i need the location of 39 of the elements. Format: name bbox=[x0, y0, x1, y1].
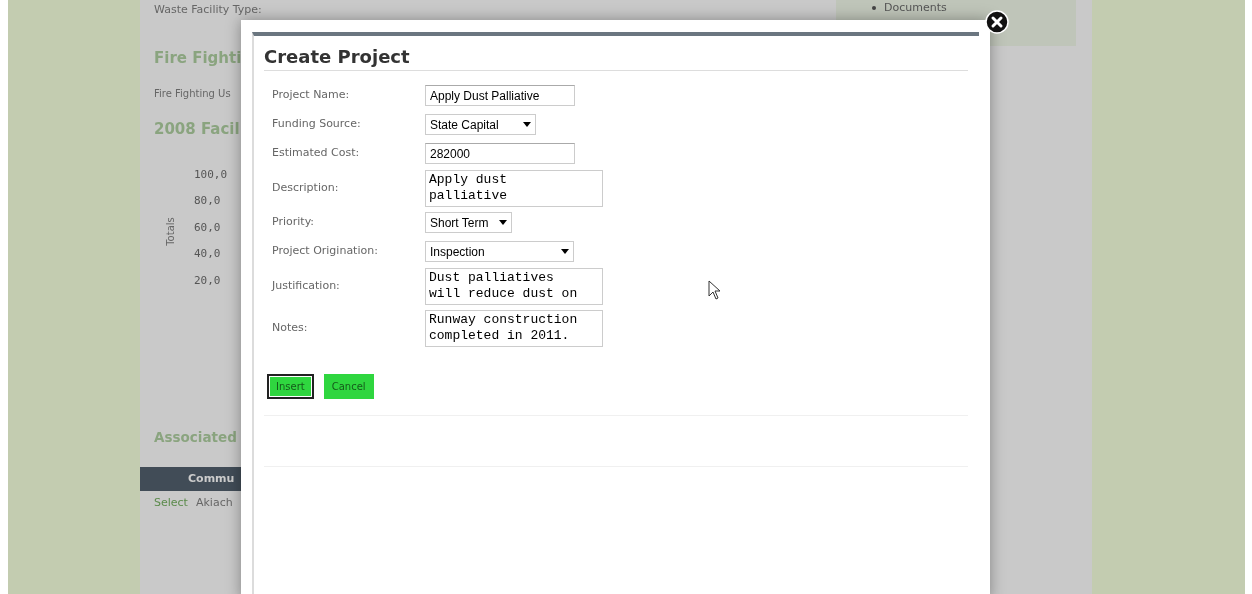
field-label: Fire Fighting Us bbox=[154, 87, 231, 101]
field-label: Estimated Cost: bbox=[272, 145, 361, 162]
dropdown[interactable]: Inspection bbox=[425, 241, 574, 262]
table-cell: Akiach bbox=[195, 495, 233, 512]
mouse-cursor-icon bbox=[708, 280, 722, 300]
table-header: Commu bbox=[140, 467, 241, 492]
field-label: Justification: bbox=[272, 277, 341, 294]
dropdown[interactable]: State Capital bbox=[425, 114, 536, 135]
section-heading: 2008 Facil bbox=[154, 119, 240, 140]
field-label: Notes: bbox=[272, 319, 309, 336]
sidebar-link[interactable]: Documents bbox=[884, 0, 947, 17]
tick-label: 100,0 bbox=[194, 167, 228, 181]
text-area[interactable]: Runway construction completed in 2011. bbox=[425, 309, 603, 347]
insert-button[interactable]: Insert bbox=[267, 374, 314, 399]
axis-title: Totals bbox=[163, 217, 177, 246]
bullet-icon bbox=[872, 6, 876, 11]
text-area[interactable]: Apply dust palliative bbox=[425, 169, 603, 207]
field-label: Description: bbox=[272, 179, 340, 196]
tick-label: 80,0 bbox=[194, 194, 221, 207]
caret-icon bbox=[499, 220, 507, 225]
field-label: Project Origination: bbox=[272, 243, 379, 260]
tick-label: 40,0 bbox=[194, 247, 221, 260]
cancel-button[interactable]: Cancel bbox=[323, 374, 374, 399]
tick-label: 20,0 bbox=[194, 273, 221, 287]
field-label: Project Name: bbox=[272, 87, 351, 104]
caret-icon bbox=[561, 249, 569, 254]
section-heading: Associated bbox=[154, 428, 237, 447]
dropdown[interactable]: Short Term bbox=[425, 212, 512, 233]
caret-icon bbox=[523, 122, 531, 127]
field-label: Waste Facility Type: bbox=[154, 2, 262, 18]
dialog-title: Create Project bbox=[264, 44, 968, 71]
field-label: Funding Source: bbox=[272, 116, 362, 133]
section-heading: Fire Fighti bbox=[154, 47, 242, 69]
field-label: Priority: bbox=[272, 214, 316, 231]
text-area[interactable]: Dust palliatives will reduce dust on bbox=[425, 267, 603, 305]
close-icon[interactable] bbox=[985, 10, 1009, 34]
tick-label: 60,0 bbox=[194, 220, 221, 234]
text-field[interactable]: Apply Dust Palliative bbox=[425, 85, 575, 106]
text-field[interactable]: 282000 bbox=[425, 143, 575, 164]
